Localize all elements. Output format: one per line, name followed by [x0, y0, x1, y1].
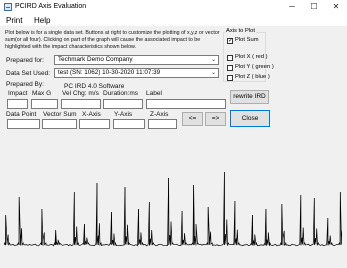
vector-sum-label: Vector Sum [43, 111, 77, 118]
duration-label: Duration:ms [103, 90, 139, 97]
prepared-by-label: Prepared By: [6, 81, 44, 88]
prepared-for-combo[interactable]: Techmark Demo Company ⌄ [54, 55, 219, 65]
plot-y-label: Plot Y ( green ) [235, 64, 274, 70]
y-axis-label: Y-Axis [114, 111, 133, 118]
vel-chg-field[interactable] [61, 99, 101, 109]
plot-x-label: Plot X ( red ) [235, 54, 268, 60]
prepared-for-label: Prepared for: [6, 57, 44, 64]
app-icon [4, 3, 12, 11]
axis-group-title: Axis to Plot [225, 28, 256, 35]
title-bar: PCIRD Axis Evaluation ─ ☐ ✕ [0, 0, 347, 14]
menu-bar: Print Help [0, 14, 347, 26]
plot-x-checkbox[interactable] [227, 55, 233, 61]
rewrite-ird-button[interactable]: rewrite IRD [230, 90, 269, 104]
plot-y-checkbox[interactable] [227, 65, 233, 71]
plot-sum-checkbox[interactable]: ✓ [227, 38, 233, 44]
menu-print[interactable]: Print [6, 16, 22, 26]
label-label: Label [146, 90, 162, 97]
chevron-down-icon: ⌄ [210, 57, 216, 63]
max-g-field[interactable] [31, 99, 58, 109]
next-impact-button[interactable]: => [205, 112, 226, 126]
plot-sum-label: Plot Sum [235, 37, 259, 43]
prepared-for-value: Techmark Demo Company [58, 56, 133, 63]
chevron-down-icon: ⌄ [210, 70, 216, 76]
checkmark-icon: ✓ [228, 38, 234, 44]
x-axis-label: X-Axis [82, 111, 101, 118]
window-title: PCIRD Axis Evaluation [15, 3, 87, 10]
data-set-label: Data Set Used: [6, 70, 51, 77]
maximize-button[interactable]: ☐ [303, 0, 325, 14]
impact-label: Impact [8, 90, 28, 97]
vel-chg-label: Vel Chg: m/s [62, 90, 99, 97]
data-set-combo[interactable]: test (SN: 1062) 10-30-2020 11:07:39 ⌄ [54, 68, 219, 78]
description-text: Plot below is for a single data set. But… [5, 30, 220, 50]
menu-help[interactable]: Help [34, 16, 50, 26]
sum-series-line[interactable] [4, 171, 342, 247]
impact-field[interactable] [7, 99, 28, 109]
plot-z-checkbox[interactable] [227, 75, 233, 81]
impact-plot[interactable] [4, 128, 342, 264]
plot-z-label: Plot Z ( blue ) [235, 74, 270, 80]
z-axis-label: Z-Axis [150, 111, 169, 118]
label-field[interactable] [146, 99, 226, 109]
prev-impact-button[interactable]: <= [182, 112, 203, 126]
minimize-button[interactable]: ─ [281, 0, 303, 14]
close-window-button[interactable]: ✕ [325, 0, 347, 14]
duration-field[interactable] [103, 99, 143, 109]
close-button[interactable]: Close [230, 110, 270, 127]
data-point-label: Data Point [6, 111, 37, 118]
data-set-value: test (SN: 1062) 10-30-2020 11:07:39 [58, 69, 161, 76]
max-g-label: Max G [32, 90, 52, 97]
